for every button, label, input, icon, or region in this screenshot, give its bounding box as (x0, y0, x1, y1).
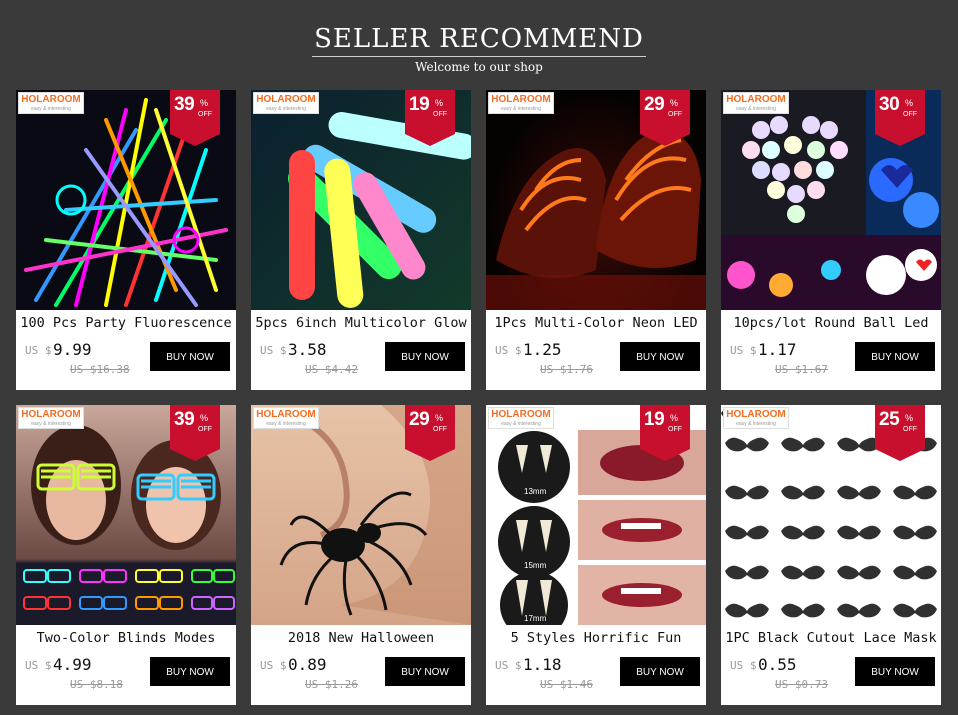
currency-label: US $ (260, 344, 287, 357)
product-image-glow-tubes[interactable]: HOLAROOM easy & interesting 19% OFF (251, 90, 471, 310)
buy-now-button[interactable]: BUY NOW (385, 342, 465, 371)
product-price: 1.25 (523, 340, 562, 359)
original-price: US $0.73 (775, 678, 828, 691)
product-card[interactable]: HOLAROOM easy & interesting 29% OFF 1Pcs M… (486, 90, 706, 390)
brand-logo: HOLAROOM easy & interesting (253, 407, 319, 429)
discount-badge: 19% OFF (640, 405, 690, 461)
fang-size-label: 15mm (524, 561, 547, 570)
discount-badge: 25% OFF (875, 405, 925, 461)
product-card[interactable]: HOLAROOM easy & interesting 39% OFF 100 Pc… (16, 90, 236, 390)
currency-label: US $ (495, 659, 522, 672)
product-image-led-shoelaces[interactable]: HOLAROOM easy & interesting 29% OFF (486, 90, 706, 310)
brand-logo: HOLAROOM easy & interesting (253, 92, 319, 114)
product-card[interactable]: HOLAROOM easy & interesting 30% OFF 10pcs/… (721, 90, 941, 390)
fang-size-label: 13mm (524, 487, 547, 496)
product-image-led-balls[interactable]: HOLAROOM easy & interesting 30% OFF (721, 90, 941, 310)
discount-badge: 29% OFF (405, 405, 455, 461)
product-title[interactable]: 1PC Black Cutout Lace Mask (721, 630, 941, 646)
buy-now-button[interactable]: BUY NOW (620, 342, 700, 371)
buy-now-button[interactable]: BUY NOW (855, 657, 935, 686)
brand-logo: HOLAROOM easy & interesting (18, 407, 84, 429)
product-image-spider-earring[interactable]: HOLAROOM easy & interesting 29% OFF (251, 405, 471, 625)
product-title[interactable]: 5 Styles Horrific Fun (486, 630, 706, 646)
original-price: US $1.26 (305, 678, 358, 691)
brand-logo: HOLAROOM easy & interesting (488, 407, 554, 429)
buy-now-button[interactable]: BUY NOW (855, 342, 935, 371)
product-title[interactable]: 1Pcs Multi-Color Neon LED (486, 315, 706, 331)
product-price: 0.89 (288, 655, 327, 674)
brand-logo: HOLAROOM easy & interesting (488, 92, 554, 114)
product-price: 1.18 (523, 655, 562, 674)
original-price: US $1.46 (540, 678, 593, 691)
product-title[interactable]: 2018 New Halloween (251, 630, 471, 646)
product-price: 1.17 (758, 340, 797, 359)
currency-label: US $ (25, 659, 52, 672)
product-card[interactable]: HOLAROOM easy & interesting 19% OFF 5pcs 6… (251, 90, 471, 390)
discount-badge: 29% OFF (640, 90, 690, 146)
brand-logo: HOLAROOM easy & interesting (723, 407, 789, 429)
original-price: US $16.38 (70, 363, 130, 376)
product-card[interactable]: HOLAROOM easy & interesting 39% OFF Two-Co… (16, 405, 236, 705)
product-image-lace-masks[interactable]: HOLAROOM easy & interesting 25% OFF (721, 405, 941, 625)
product-image-vampire-fangs[interactable]: 13mm 15mm 17mm HOLAROOM easy & interestin… (486, 405, 706, 625)
product-image-glow-sticks[interactable]: HOLAROOM easy & interesting 39% OFF (16, 90, 236, 310)
product-title[interactable]: 100 Pcs Party Fluorescence (16, 315, 236, 331)
brand-logo: HOLAROOM easy & interesting (18, 92, 84, 114)
product-price: 4.99 (53, 655, 92, 674)
product-price: 9.99 (53, 340, 92, 359)
brand-logo: HOLAROOM easy & interesting (723, 92, 789, 114)
buy-now-button[interactable]: BUY NOW (385, 657, 465, 686)
buy-now-button[interactable]: BUY NOW (150, 342, 230, 371)
product-price: 0.55 (758, 655, 797, 674)
discount-badge: 39% OFF (170, 90, 220, 146)
section-subtitle: Welcome to our shop (415, 60, 543, 74)
buy-now-button[interactable]: BUY NOW (150, 657, 230, 686)
discount-badge: 39% OFF (170, 405, 220, 461)
buy-now-button[interactable]: BUY NOW (620, 657, 700, 686)
product-title[interactable]: Two-Color Blinds Modes (16, 630, 236, 646)
product-title[interactable]: 10pcs/lot Round Ball Led (721, 315, 941, 331)
currency-label: US $ (495, 344, 522, 357)
currency-label: US $ (730, 659, 757, 672)
currency-label: US $ (25, 344, 52, 357)
original-price: US $1.76 (540, 363, 593, 376)
product-card[interactable]: HOLAROOM easy & interesting 29% OFF 2018 N… (251, 405, 471, 705)
fang-size-label: 17mm (524, 614, 547, 623)
product-price: 3.58 (288, 340, 327, 359)
discount-badge: 19% OFF (405, 90, 455, 146)
section-title: SELLER RECOMMEND (312, 22, 646, 57)
currency-label: US $ (260, 659, 287, 672)
discount-badge: 30% OFF (875, 90, 925, 146)
section-header: SELLER RECOMMEND Welcome to our shop (0, 22, 958, 75)
original-price: US $4.42 (305, 363, 358, 376)
product-title[interactable]: 5pcs 6inch Multicolor Glow (251, 315, 471, 331)
original-price: US $8.18 (70, 678, 123, 691)
original-price: US $1.67 (775, 363, 828, 376)
currency-label: US $ (730, 344, 757, 357)
product-card[interactable]: 13mm 15mm 17mm HOLAROOM easy & interestin… (486, 405, 706, 705)
product-card[interactable]: HOLAROOM easy & interesting 25% OFF 1PC Bl… (721, 405, 941, 705)
product-image-led-glasses[interactable]: HOLAROOM easy & interesting 39% OFF (16, 405, 236, 625)
